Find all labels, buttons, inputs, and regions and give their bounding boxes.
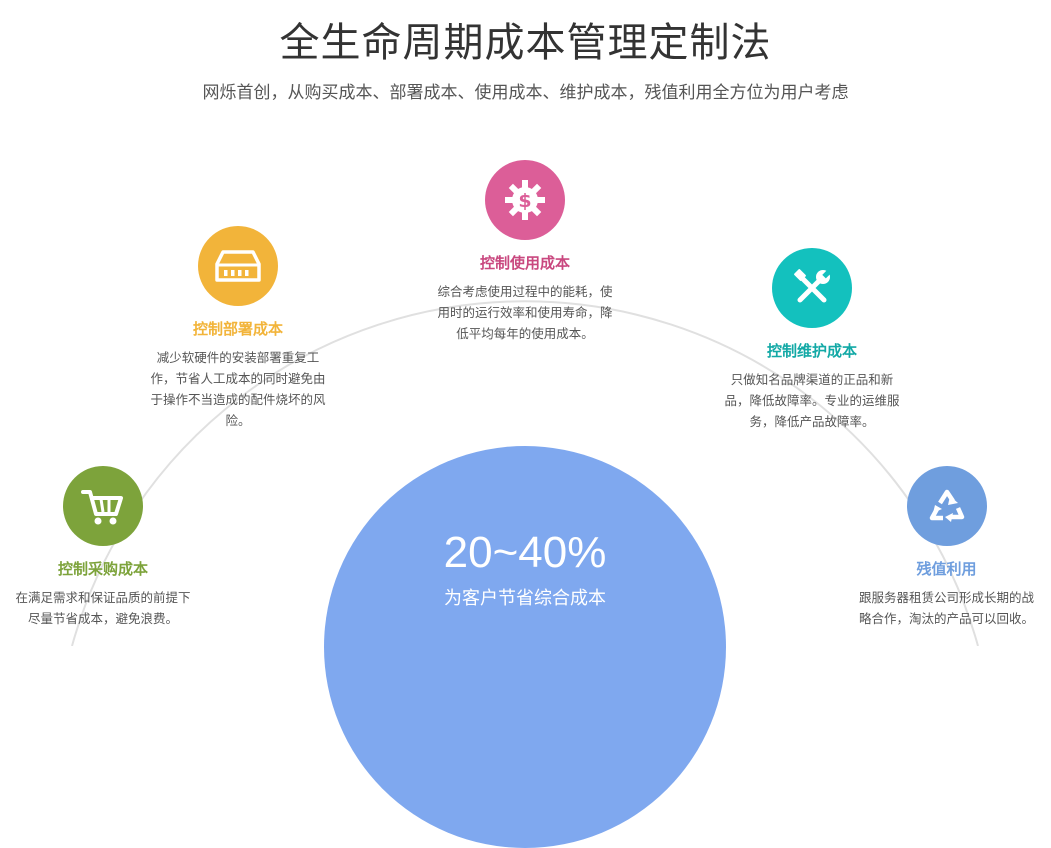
tools-icon [772, 248, 852, 328]
savings-percentage: 20~40% [443, 528, 607, 577]
node-deploy-cost: 控制部署成本 减少软硬件的安装部署重复工 作，节省人工成本的同时避免由 于操作不… [133, 226, 343, 431]
node-purchase-cost: 控制采购成本 在满足需求和保证品质的前提下 尽量节省成本，避免浪费。 [0, 466, 206, 629]
savings-circle: 20~40% 为客户节省综合成本 [324, 446, 726, 848]
node-usage-desc: 综合考虑使用过程中的能耗，使 用时的运行效率和使用寿命，降 低平均每年的使用成本… [437, 284, 613, 341]
node-deploy-title: 控制部署成本 [192, 320, 283, 338]
node-purchase-title: 控制采购成本 [57, 560, 148, 578]
node-residual-title: 残值利用 [916, 560, 977, 578]
node-maintain-cost: 控制维护成本 只做知名品牌渠道的正品和新 品，降低故障率。专业的运维服 务，降低… [707, 248, 917, 432]
node-residual-desc: 跟服务器租赁公司形成长期的战 略合作，淘汰的产品可以回收。 [858, 590, 1034, 626]
node-maintain-desc: 只做知名品牌渠道的正品和新 品，降低故障率。专业的运维服 务，降低产品故障率。 [724, 372, 900, 429]
node-deploy-desc: 减少软硬件的安装部署重复工 作，节省人工成本的同时避免由 于操作不当造成的配件烧… [150, 350, 326, 428]
svg-text:$: $ [518, 190, 531, 212]
shopping-cart-icon [63, 466, 143, 546]
node-purchase-desc: 在满足需求和保证品质的前提下 尽量节省成本，避免浪费。 [15, 590, 191, 626]
dollar-gear-icon: $ [485, 160, 565, 240]
node-usage-cost: $ 控制使用成本 综合考虑使用过程中的能耗，使 用时的运行效率和使用寿命，降 低… [420, 160, 630, 344]
recycle-icon [906, 466, 987, 546]
node-maintain-title: 控制维护成本 [766, 342, 857, 360]
node-usage-title: 控制使用成本 [479, 254, 570, 272]
node-residual-value: 残值利用 跟服务器租赁公司形成长期的战 略合作，淘汰的产品可以回收。 [842, 466, 1051, 629]
savings-label: 为客户节省综合成本 [444, 588, 606, 609]
server-icon [198, 226, 278, 306]
